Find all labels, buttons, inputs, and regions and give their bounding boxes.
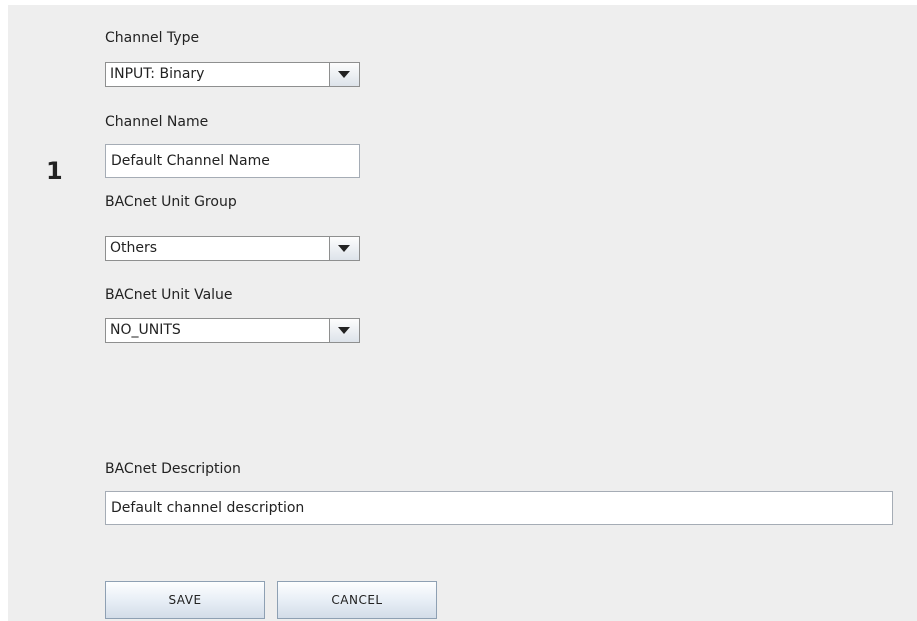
- cancel-button[interactable]: CANCEL: [277, 581, 437, 619]
- channel-name-input[interactable]: Default Channel Name: [105, 144, 360, 178]
- channel-type-selected-value: INPUT: Binary: [110, 66, 205, 82]
- chevron-down-icon: [338, 71, 350, 78]
- unit-group-dropdown-button[interactable]: [329, 237, 359, 260]
- channel-name-label: Channel Name: [105, 114, 209, 130]
- channel-name-value: Default Channel Name: [111, 153, 270, 169]
- chevron-down-icon: [338, 245, 350, 252]
- unit-value-select[interactable]: NO_UNITS: [105, 318, 360, 343]
- description-label: BACnet Description: [105, 461, 241, 477]
- save-button[interactable]: SAVE: [105, 581, 265, 619]
- unit-group-label: BACnet Unit Group: [105, 194, 237, 210]
- chevron-down-icon: [338, 327, 350, 334]
- channel-type-dropdown-button[interactable]: [329, 63, 359, 86]
- channel-number: 1: [46, 157, 63, 185]
- description-value: Default channel description: [111, 500, 305, 516]
- channel-type-select[interactable]: INPUT: Binary: [105, 62, 360, 87]
- description-input[interactable]: Default channel description: [105, 491, 893, 525]
- unit-value-label: BACnet Unit Value: [105, 287, 233, 303]
- unit-value-selected-value: NO_UNITS: [110, 322, 181, 338]
- channel-type-label: Channel Type: [105, 30, 200, 46]
- channel-config-panel: Channel Type INPUT: Binary Channel Name …: [8, 5, 917, 621]
- unit-group-selected-value: Others: [110, 240, 158, 256]
- unit-group-select[interactable]: Others: [105, 236, 360, 261]
- unit-value-dropdown-button[interactable]: [329, 319, 359, 342]
